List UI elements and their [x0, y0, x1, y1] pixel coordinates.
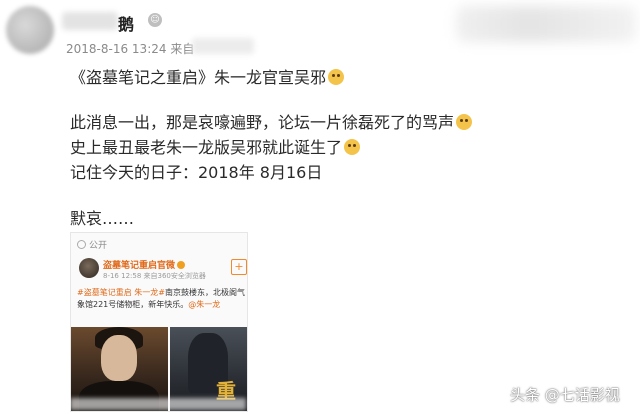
post-line-5-text: 默哀…… [70, 209, 135, 228]
dog-face-emoji-icon [344, 139, 361, 155]
embedded-weibo-card[interactable]: 公开 盗墓笔记重启官微 8-16 12:58 来自360安全浏览器 + #盗墓笔… [70, 232, 248, 412]
post-meta: 2018-8-16 13:24 来自 [66, 40, 194, 57]
globe-icon [77, 240, 86, 249]
embed-avatar[interactable] [79, 258, 99, 278]
watermark: 头条 @七话影视 [510, 386, 620, 404]
blurred-header-actions [456, 6, 636, 42]
post-line-2: 此消息一出，那是哀嚎遍野，论坛一片徐磊死了的骂声 [70, 109, 473, 133]
verified-badge-icon [177, 261, 186, 269]
username[interactable]: 鹅 [118, 11, 134, 35]
post-timestamp[interactable]: 2018-8-16 13:24 [66, 42, 167, 56]
embed-account-name[interactable]: 盗墓笔记重启官微 [103, 261, 175, 271]
post-line-1-text: 《盗墓笔记之重启》朱一龙官宣吴邪 [70, 68, 327, 87]
dog-face-emoji-icon [328, 69, 345, 85]
embed-hashtag-link[interactable]: #盗墓笔记重启 朱一龙# [77, 288, 165, 297]
embed-mention-link[interactable]: @朱一龙 [188, 300, 220, 309]
post-source-blurred [192, 38, 254, 54]
avatar[interactable] [6, 6, 54, 54]
post-line-3: 史上最丑最老朱一龙版吴邪就此诞生了 [70, 134, 361, 158]
embed-account[interactable]: 盗墓笔记重启官微 [103, 258, 186, 271]
embed-text: #盗墓笔记重启 朱一龙#南京鼓楼东，北极阁气象馆221号储物柜，新年快乐。@朱一… [77, 287, 245, 311]
username-blurred [62, 12, 118, 30]
post-line-1: 《盗墓笔记之重启》朱一龙官宣吴邪 [70, 64, 345, 88]
post-line-3-text: 史上最丑最老朱一龙版吴邪就此诞生了 [70, 138, 343, 157]
embed-visibility-label: 公开 [89, 241, 108, 251]
embed-visibility: 公开 [77, 238, 107, 251]
embed-meta: 8-16 12:58 来自360安全浏览器 [103, 272, 206, 280]
embed-footer-blurred [70, 398, 246, 410]
post-line-4: 记住今天的日子：2018年 8月16日 [70, 159, 322, 183]
post-line-5: 默哀…… [70, 205, 134, 229]
vip-badge-icon: ☺ [148, 13, 162, 27]
post-source-prefix: 来自 [170, 42, 195, 56]
post-line-4-text: 记住今天的日子：2018年 8月16日 [70, 163, 323, 182]
follow-button[interactable]: + [231, 259, 247, 275]
dog-face-emoji-icon [456, 114, 473, 130]
post-line-2-text: 此消息一出，那是哀嚎遍野，论坛一片徐磊死了的骂声 [70, 113, 455, 132]
